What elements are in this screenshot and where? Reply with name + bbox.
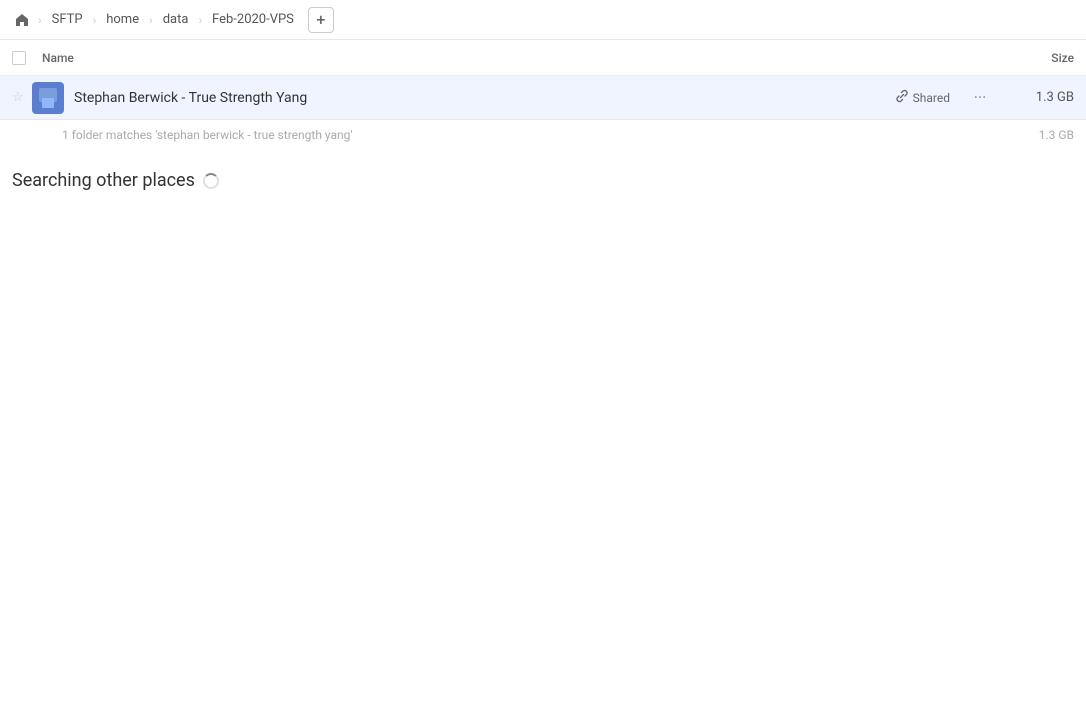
shared-label: Shared — [913, 91, 950, 105]
breadcrumb-bar: › SFTP › home › data › Feb-2020-VPS + — [0, 0, 1086, 40]
more-options-button[interactable]: ··· — [966, 84, 994, 112]
size-column-header: Size — [994, 51, 1074, 65]
file-actions: Shared ··· — [887, 84, 994, 112]
searching-text: Searching other places — [12, 170, 195, 191]
searching-section: Searching other places — [0, 150, 1086, 199]
breadcrumb-feb2020vps[interactable]: Feb-2020-VPS — [208, 10, 298, 29]
select-all-checkbox-area[interactable] — [12, 51, 42, 65]
link-icon — [895, 89, 909, 107]
file-name-label: Stephan Berwick - True Strength Yang — [74, 90, 887, 106]
matches-text: 1 folder matches 'stephan berwick - true… — [62, 128, 353, 142]
breadcrumb-sep-1: › — [38, 13, 42, 27]
file-size: 1.3 GB — [994, 90, 1074, 105]
loading-spinner — [203, 173, 219, 189]
shared-badge[interactable]: Shared — [887, 86, 958, 110]
folder-icon — [32, 82, 64, 114]
breadcrumb-data[interactable]: data — [159, 10, 193, 29]
column-headers: Name Size — [0, 40, 1086, 76]
breadcrumb-sep-3: › — [149, 13, 153, 27]
file-row[interactable]: ☆ Stephan Berwick - True Strength Yang S… — [0, 76, 1086, 120]
breadcrumb-sftp[interactable]: SFTP — [48, 10, 87, 29]
star-icon[interactable]: ☆ — [12, 90, 32, 105]
home-icon[interactable] — [12, 10, 32, 30]
breadcrumb-home[interactable]: home — [102, 10, 143, 29]
breadcrumb-sep-4: › — [198, 13, 202, 27]
searching-label: Searching other places — [12, 170, 1074, 191]
breadcrumb-sep-2: › — [93, 13, 97, 27]
add-button[interactable]: + — [308, 7, 334, 33]
matches-size: 1.3 GB — [1039, 128, 1074, 142]
name-column-header: Name — [42, 51, 994, 65]
select-all-checkbox[interactable] — [12, 51, 26, 65]
matches-info-row: 1 folder matches 'stephan berwick - true… — [0, 120, 1086, 150]
